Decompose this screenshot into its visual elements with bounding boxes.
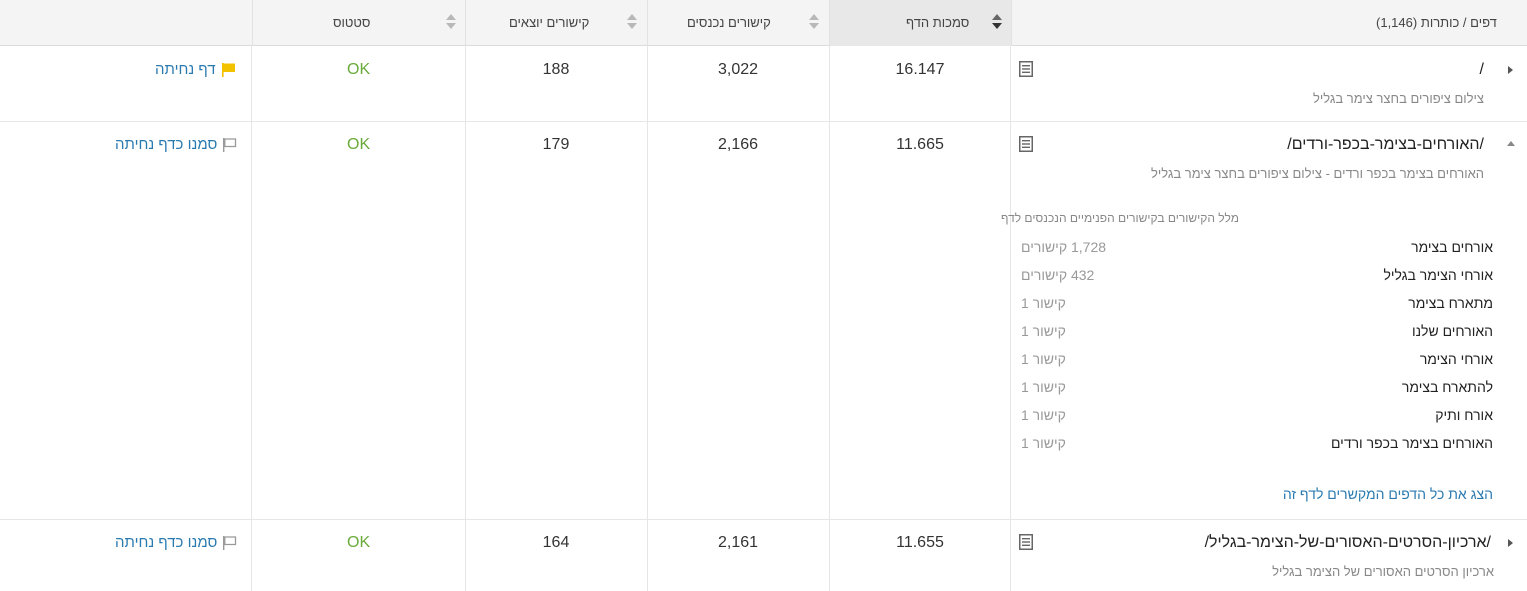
anchor-text: אורחי הצימר	[1419, 351, 1493, 367]
show-all-linking-pages-link[interactable]: הצג את כל הדפים המקשרים לדף זה	[1283, 486, 1493, 502]
page-url[interactable]: /ארכיון-הסרטים-האסורים-של-הצימר-בגליל/	[1205, 534, 1491, 552]
anchor-count: קישור 1	[1021, 323, 1066, 339]
header-landing-col	[0, 0, 252, 46]
header-status-label: סטטוס	[333, 15, 371, 30]
authority-value: 16.147	[895, 61, 945, 78]
status-badge: OK	[347, 136, 371, 153]
document-icon[interactable]	[1019, 136, 1033, 152]
incoming-links-value: 3,022	[717, 61, 759, 78]
expand-row-icon[interactable]	[1508, 66, 1513, 74]
outgoing-links-value: 164	[542, 534, 570, 551]
header-outgoing-label: קישורים יוצאים	[509, 15, 590, 30]
anchor-count: קישור 1	[1021, 295, 1066, 311]
flag-filled-icon	[221, 63, 235, 78]
sort-icon[interactable]	[809, 14, 819, 32]
outgoing-links-value: 179	[542, 136, 570, 153]
landing-page-toggle[interactable]: דף נחיתה	[155, 61, 236, 78]
header-authority[interactable]: סמכות הדף	[829, 0, 1011, 46]
pages-table: סטטוס קישורים יוצאים קישורים נכנסים סמכו…	[0, 0, 1527, 591]
authority-value: 11.655	[896, 534, 944, 551]
header-status[interactable]: סטטוס	[252, 0, 465, 46]
flag-outline-icon	[223, 138, 237, 153]
landing-label: דף נחיתה	[155, 61, 216, 78]
anchor-count: קישור 1	[1021, 351, 1066, 367]
anchor-text: מתארח בצימר	[1408, 295, 1493, 311]
landing-label: סמנו כדף נחיתה	[115, 136, 218, 153]
header-incoming-label: קישורים נכנסים	[687, 15, 771, 30]
incoming-links-value: 2,161	[717, 534, 759, 551]
anchor-count: קישור 1	[1021, 407, 1066, 423]
anchor-text: אורחים בצימר	[1411, 239, 1493, 255]
landing-label: סמנו כדף נחיתה	[115, 534, 218, 551]
anchor-count: קישור 1	[1021, 435, 1066, 451]
sort-desc-icon[interactable]	[992, 14, 1002, 32]
flag-outline-icon	[223, 536, 237, 551]
anchor-text: האורחים בצימר בכפר ורדים	[1330, 435, 1493, 451]
page-title: ארכיון הסרטים האסורים של הצימר בגליל	[1272, 564, 1494, 579]
status-badge: OK	[347, 534, 371, 551]
header-incoming[interactable]: קישורים נכנסים	[647, 0, 829, 46]
page-title: האורחים בצימר בכפר ורדים - צילום ציפורים…	[1151, 166, 1484, 181]
page-url[interactable]: /האורחים-בצימר-בכפר-ורדים/	[1287, 136, 1484, 154]
header-authority-label: סמכות הדף	[906, 15, 970, 30]
landing-page-toggle[interactable]: סמנו כדף נחיתה	[115, 136, 237, 153]
authority-value: 11.665	[896, 136, 944, 153]
sort-icon[interactable]	[446, 14, 456, 32]
page-title: צילום ציפורים בחצר צימר בגליל	[1313, 91, 1484, 106]
landing-page-toggle[interactable]: סמנו כדף נחיתה	[115, 534, 237, 551]
table-header: סטטוס קישורים יוצאים קישורים נכנסים סמכו…	[0, 0, 1527, 46]
collapse-row-icon[interactable]	[1507, 141, 1515, 146]
outgoing-links-value: 188	[542, 61, 570, 78]
anchor-text: האורחים שלנו	[1411, 323, 1493, 339]
status-badge: OK	[347, 61, 371, 78]
header-pages-label: דפים / כותרות (1,146)	[1376, 15, 1497, 30]
header-pages[interactable]: דפים / כותרות (1,146)	[1011, 0, 1527, 46]
anchor-count: קישור 1	[1021, 379, 1066, 395]
anchor-text: אורח ותיק	[1435, 407, 1493, 423]
header-outgoing[interactable]: קישורים יוצאים	[465, 0, 647, 46]
incoming-links-value: 2,166	[717, 136, 759, 153]
page-url[interactable]: /	[1480, 61, 1484, 79]
sort-icon[interactable]	[627, 14, 637, 32]
anchor-count: 1,728 קישורים	[1021, 239, 1107, 255]
anchor-count: 432 קישורים	[1021, 267, 1095, 283]
document-icon[interactable]	[1019, 61, 1033, 77]
document-icon[interactable]	[1019, 534, 1033, 550]
anchor-text: אורחי הצימר בגליל	[1383, 267, 1493, 283]
anchor-text: להתארח בצימר	[1401, 379, 1493, 395]
expand-row-icon[interactable]	[1508, 539, 1513, 547]
anchors-title: מלל הקישורים בקישורים הפנימיים הנכנסים ל…	[1000, 211, 1239, 225]
